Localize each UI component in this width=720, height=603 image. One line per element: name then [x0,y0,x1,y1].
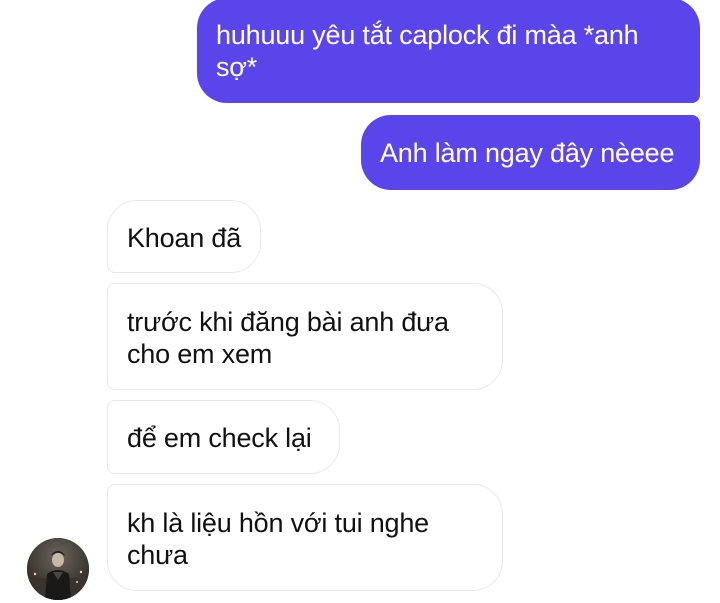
sent-message-bubble[interactable]: Anh làm ngay đây nèeee [361,115,700,190]
received-message-bubble[interactable]: kh là liệu hồn với tui nghe chưa [107,484,503,591]
received-message-bubble[interactable]: Khoan đã [107,200,261,273]
received-message-bubble[interactable]: để em check lại [107,400,340,474]
contact-avatar[interactable] [27,538,89,600]
sent-message-bubble[interactable]: huhuuu yêu tắt caplock đi màa *anh sợ* [197,0,700,103]
avatar-photo-icon [27,538,89,600]
received-message-bubble[interactable]: trước khi đăng bài anh đưa cho em xem [107,283,503,390]
